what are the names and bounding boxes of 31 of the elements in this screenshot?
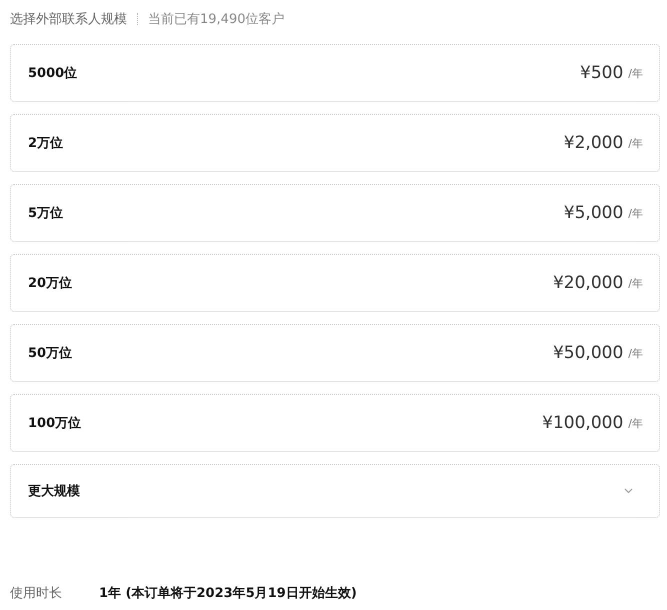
plan-label: 100万位	[28, 415, 82, 432]
price-unit: /年	[628, 346, 643, 360]
duration-value: 1年 (本订单将于2023年5月19日开始生效)	[99, 585, 357, 602]
price-unit: /年	[628, 206, 643, 220]
plan-option[interactable]: 2万位 ¥2,000 /年	[10, 114, 660, 172]
price-unit: /年	[628, 416, 643, 430]
plan-option[interactable]: 5000位 ¥500 /年	[10, 44, 660, 102]
plan-label: 5000位	[28, 65, 78, 82]
plan-label: 2万位	[28, 135, 64, 152]
expand-option[interactable]: 更大规模	[10, 464, 660, 518]
plan-price: ¥20,000	[552, 273, 624, 293]
section-title: 选择外部联系人规模	[10, 11, 127, 28]
plan-label: 5万位	[28, 205, 64, 222]
plan-label: 50万位	[28, 345, 74, 362]
price-unit: /年	[628, 66, 643, 80]
duration-label: 使用时长	[10, 585, 63, 602]
plan-price: ¥500	[580, 63, 624, 83]
price-unit: /年	[628, 136, 643, 150]
plan-option[interactable]: 20万位 ¥20,000 /年	[10, 254, 660, 312]
customer-count-note: 当前已有19,490位客户	[148, 11, 284, 28]
plan-price: ¥50,000	[552, 343, 624, 363]
plan-option[interactable]: 5万位 ¥5,000 /年	[10, 184, 660, 242]
plan-option[interactable]: 100万位 ¥100,000 /年	[10, 394, 660, 452]
plan-price: ¥5,000	[564, 203, 624, 223]
plan-option[interactable]: 50万位 ¥50,000 /年	[10, 324, 660, 382]
plan-price: ¥100,000	[542, 413, 624, 433]
plan-label: 更大规模	[28, 483, 81, 500]
plan-label: 20万位	[28, 275, 74, 292]
price-unit: /年	[628, 276, 643, 290]
plan-price: ¥2,000	[564, 133, 624, 153]
chevron-down-icon[interactable]	[624, 488, 633, 494]
